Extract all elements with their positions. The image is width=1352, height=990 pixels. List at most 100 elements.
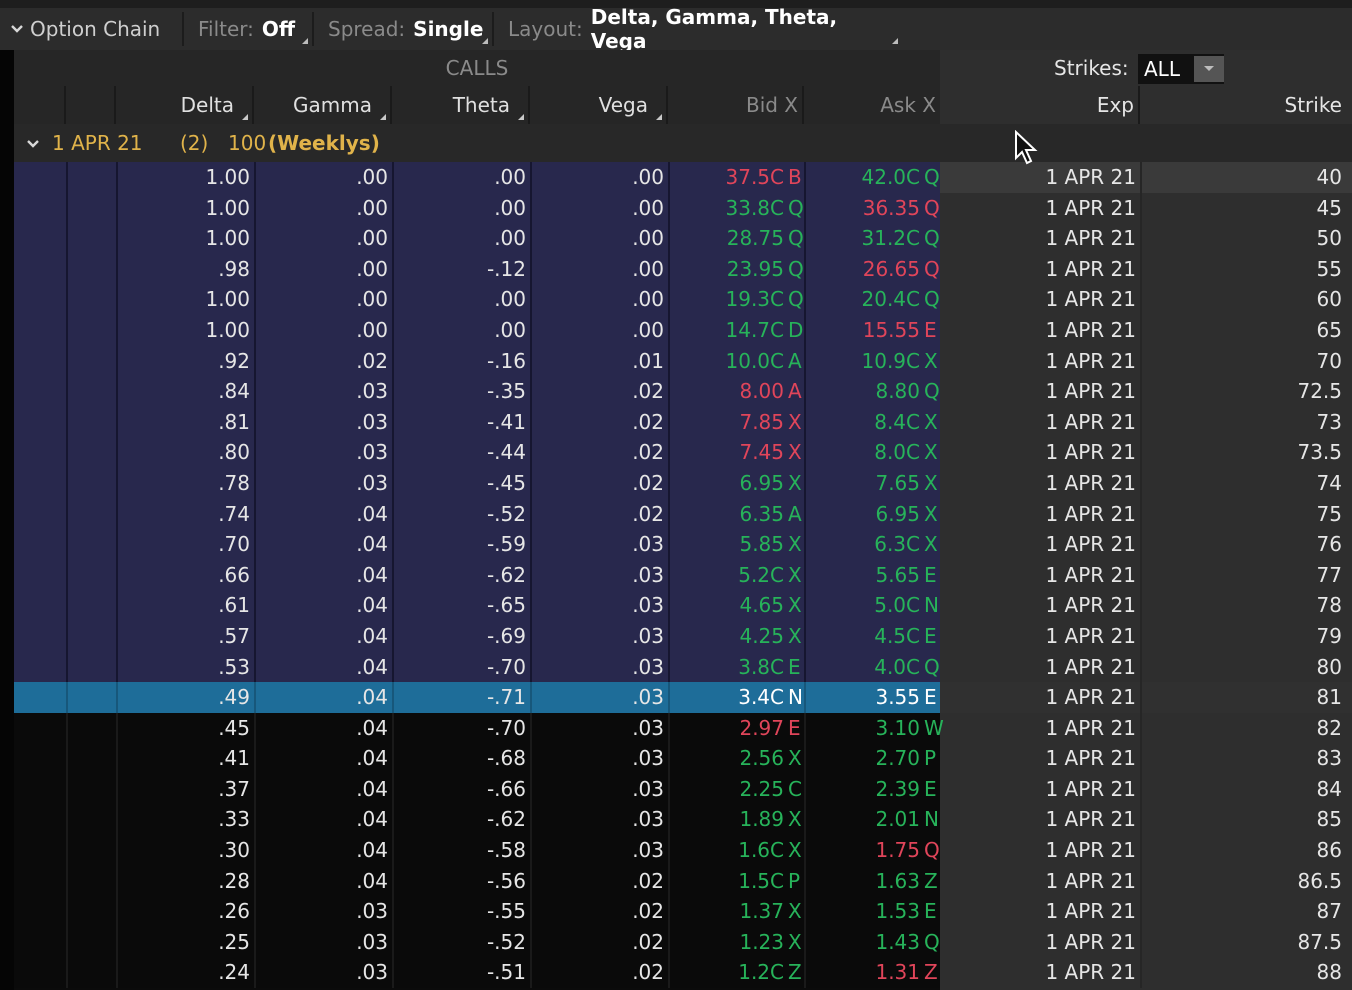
- column-header-delta[interactable]: Delta: [116, 86, 254, 124]
- option-row[interactable]: .74 .04 -.52 .02 6.35 A 6.95 X 1 APR 21 75: [14, 498, 1352, 530]
- bid-cell[interactable]: 1.6C: [668, 835, 786, 866]
- bid-cell[interactable]: 10.0C: [668, 346, 786, 377]
- ask-cell[interactable]: 5.0C: [804, 590, 922, 621]
- ask-cell[interactable]: 4.0C: [804, 652, 922, 683]
- ask-cell[interactable]: 3.10: [804, 713, 922, 744]
- bid-cell[interactable]: 7.85: [668, 407, 786, 438]
- option-row[interactable]: 1.00.00.00.00 19.3C Q 20.4C Q 1 APR 21 60: [14, 284, 1352, 315]
- vega-cell: .03: [632, 685, 664, 710]
- ask-cell[interactable]: 1.75: [804, 835, 922, 866]
- filter-dropdown[interactable]: Filter: Off: [184, 12, 314, 46]
- ask-cell[interactable]: 6.95: [804, 499, 922, 530]
- ask-cell[interactable]: 20.4C: [804, 284, 922, 315]
- option-row[interactable]: .45 .04 -.70 .03 2.97 E 3.10 W 1 APR 21 82: [14, 712, 1352, 744]
- option-row[interactable]: .53 .04 -.70 .03 3.8C E 4.0C Q 1 APR 21 80: [14, 651, 1352, 683]
- option-row[interactable]: .81.03 -.41.02 7.85 X 8.4C X 1 APR 21 73: [14, 406, 1352, 438]
- bid-cell[interactable]: 8.00: [668, 376, 786, 407]
- bid-cell[interactable]: 2.56: [668, 743, 786, 774]
- bid-cell[interactable]: 14.7C: [668, 315, 786, 346]
- layout-dropdown[interactable]: Layout: Delta, Gamma, Theta, Vega: [494, 5, 902, 53]
- chevron-down-icon[interactable]: [26, 124, 40, 162]
- ask-cell[interactable]: 31.2C: [804, 223, 922, 254]
- bid-cell[interactable]: 6.35: [668, 499, 786, 530]
- option-row[interactable]: .25 .03 -.52 .02 1.23 X 1.43 Q 1 APR 21 87.5: [14, 926, 1352, 958]
- gamma-cell: .04: [356, 562, 388, 587]
- column-header-bid[interactable]: Bid X: [668, 86, 804, 124]
- bid-cell[interactable]: 6.95: [668, 468, 786, 499]
- column-header-vega[interactable]: Vega: [530, 86, 668, 124]
- bid-cell[interactable]: 37.5C: [668, 162, 786, 193]
- ask-cell[interactable]: 2.39: [804, 774, 922, 805]
- ask-cell[interactable]: 1.43: [804, 927, 922, 958]
- bid-cell[interactable]: 1.5C: [668, 866, 786, 897]
- ask-cell[interactable]: 10.9C: [804, 346, 922, 377]
- ask-cell[interactable]: 1.31: [804, 957, 922, 988]
- expiration-group-row[interactable]: 1 APR 21 (2) 100 (Weeklys): [14, 124, 1352, 162]
- option-row[interactable]: .49 .04 -.71 .03 3.4C N 3.55 E 1 APR 21 81: [14, 682, 1352, 713]
- bid-cell[interactable]: 33.8C: [668, 193, 786, 224]
- option-row[interactable]: .98.00 -.12.00 23.95 Q 26.65 Q 1 APR 21 55: [14, 253, 1352, 285]
- ask-cell[interactable]: 2.01: [804, 804, 922, 835]
- bid-cell[interactable]: 3.4C: [668, 682, 786, 713]
- option-row[interactable]: 1.00.00.00.00 28.75 Q 31.2C Q 1 APR 21 50: [14, 223, 1352, 254]
- ask-cell[interactable]: 3.55: [804, 682, 922, 713]
- ask-cell[interactable]: 36.35: [804, 193, 922, 224]
- bid-exchange-cell: Z: [788, 960, 802, 985]
- bid-cell[interactable]: 19.3C: [668, 284, 786, 315]
- ask-cell[interactable]: 8.0C: [804, 437, 922, 468]
- option-row[interactable]: .24.03 -.51.02 1.2C Z 1.31 Z 1 APR 21 88: [14, 957, 1352, 989]
- column-header-exp[interactable]: Exp: [940, 86, 1140, 124]
- bid-cell[interactable]: 3.8C: [668, 652, 786, 683]
- option-row[interactable]: .41 .04 -.68 .03 2.56 X 2.70 P 1 APR 21 83: [14, 743, 1352, 774]
- option-row[interactable]: .57 .04 -.69 .03 4.25 X 4.5C E 1 APR 21 79: [14, 620, 1352, 652]
- bid-cell[interactable]: 1.23: [668, 927, 786, 958]
- dropdown-arrow-icon[interactable]: [1194, 56, 1224, 82]
- bid-cell[interactable]: 23.95: [668, 254, 786, 285]
- bid-cell[interactable]: 1.89: [668, 804, 786, 835]
- ask-cell[interactable]: 6.3C: [804, 529, 922, 560]
- option-row[interactable]: .33 .04 -.62 .03 1.89 X 2.01 N 1 APR 21 85: [14, 804, 1352, 836]
- bid-cell[interactable]: 4.25: [668, 621, 786, 652]
- bid-cell[interactable]: 2.97: [668, 713, 786, 744]
- column-header-ask[interactable]: Ask X: [804, 86, 940, 124]
- ask-cell[interactable]: 15.55: [804, 315, 922, 346]
- ask-cell[interactable]: 2.70: [804, 743, 922, 774]
- option-row[interactable]: .37 .04 -.66 .03 2.25 C 2.39 E 1 APR 21 84: [14, 773, 1352, 805]
- bid-cell[interactable]: 7.45: [668, 437, 786, 468]
- option-row[interactable]: .26 .03 -.55 .02 1.37 X 1.53 E 1 APR 21 87: [14, 896, 1352, 927]
- ask-cell[interactable]: 8.4C: [804, 407, 922, 438]
- bid-cell[interactable]: 4.65: [668, 590, 786, 621]
- ask-cell[interactable]: 8.80: [804, 376, 922, 407]
- option-row[interactable]: .61 .04 -.65 .03 4.65 X 5.0C N 1 APR 21 78: [14, 590, 1352, 621]
- bid-cell[interactable]: 5.85: [668, 529, 786, 560]
- option-chain-toggle[interactable]: Option Chain: [0, 12, 184, 46]
- ask-cell[interactable]: 5.65: [804, 560, 922, 591]
- ask-cell[interactable]: 42.0C: [804, 162, 922, 193]
- bid-cell[interactable]: 5.2C: [668, 560, 786, 591]
- ask-cell[interactable]: 7.65: [804, 468, 922, 499]
- option-row[interactable]: .84 .03 -.35 .02 8.00 A 8.80 Q 1 APR 21 72.5: [14, 376, 1352, 407]
- option-row[interactable]: 1.00.00.00.00 14.7C D 15.55 E 1 APR 21 65: [14, 314, 1352, 346]
- option-row[interactable]: 1.00.00.00.00 33.8C Q 36.35 Q 1 APR 21 45: [14, 192, 1352, 224]
- column-header-theta[interactable]: Theta: [392, 86, 530, 124]
- option-row[interactable]: .92 .02 -.16 .01 10.0C A 10.9C X 1 APR 21 70: [14, 345, 1352, 377]
- column-header-strike[interactable]: Strike: [1140, 86, 1352, 124]
- bid-cell[interactable]: 1.2C: [668, 957, 786, 988]
- option-row[interactable]: .70.04 -.59.03 5.85 X 6.3C X 1 APR 21 76: [14, 529, 1352, 560]
- ask-cell[interactable]: 1.63: [804, 866, 922, 897]
- option-row[interactable]: .30 .04 -.58 .03 1.6C X 1.75 Q 1 APR 21 86: [14, 835, 1352, 866]
- column-header-gamma[interactable]: Gamma: [254, 86, 392, 124]
- ask-cell[interactable]: 4.5C: [804, 621, 922, 652]
- spread-dropdown[interactable]: Spread: Single: [314, 12, 494, 46]
- bid-cell[interactable]: 1.37: [668, 896, 786, 927]
- bid-cell[interactable]: 28.75: [668, 223, 786, 254]
- ask-cell[interactable]: 1.53: [804, 896, 922, 927]
- option-row[interactable]: .78.03 -.45.02 6.95 X 7.65 X 1 APR 21 74: [14, 467, 1352, 499]
- bid-cell[interactable]: 2.25: [668, 774, 786, 805]
- option-row[interactable]: .28 .04 -.56 .02 1.5C P 1.63 Z 1 APR 21 86.5: [14, 865, 1352, 897]
- option-row[interactable]: .80.03 -.44.02 7.45 X 8.0C X 1 APR 21 73.5: [14, 437, 1352, 468]
- option-row[interactable]: 1.00.00.00.00 37.5C B 42.0C Q 1 APR 21 40: [14, 162, 1352, 193]
- strikes-dropdown[interactable]: ALL: [1138, 54, 1224, 84]
- option-row[interactable]: .66 .04 -.62 .03 5.2C X 5.65 E 1 APR 21 77: [14, 559, 1352, 591]
- ask-cell[interactable]: 26.65: [804, 254, 922, 285]
